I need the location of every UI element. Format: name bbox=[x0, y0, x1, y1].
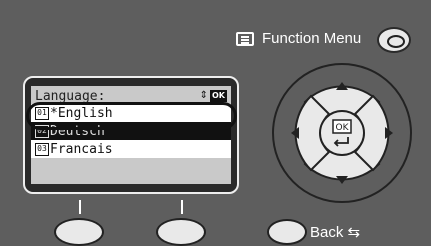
back-label: Back ⇆ bbox=[310, 224, 361, 241]
lcd-header-indicators: ⇕ OK bbox=[200, 90, 227, 102]
selection-highlight-outline bbox=[26, 102, 237, 130]
function-menu-button[interactable] bbox=[377, 27, 411, 53]
lcd-ok-badge: OK bbox=[210, 90, 227, 102]
function-menu-label: Function Menu bbox=[262, 30, 362, 47]
soft-key-2-button[interactable] bbox=[156, 218, 206, 246]
function-menu-icon bbox=[236, 32, 254, 46]
control-panel: Function Menu Language: ⇕ OK 01 *English… bbox=[0, 0, 431, 246]
dpad: OK bbox=[272, 63, 412, 203]
lcd-empty-row bbox=[31, 158, 231, 176]
lcd-screen: Language: ⇕ OK 01 *English 02 Deutsch 03… bbox=[31, 86, 231, 184]
soft-key-1-button[interactable] bbox=[54, 218, 104, 246]
soft-key-2-marker bbox=[181, 200, 183, 214]
item-number: 03 bbox=[35, 142, 49, 156]
scroll-arrows-icon: ⇕ bbox=[199, 90, 208, 101]
back-button[interactable] bbox=[267, 219, 307, 245]
soft-key-1-marker bbox=[79, 200, 81, 214]
language-item-francais[interactable]: 03 Francais bbox=[31, 140, 231, 158]
item-label: Francais bbox=[50, 141, 113, 157]
ok-label: OK bbox=[336, 123, 350, 133]
